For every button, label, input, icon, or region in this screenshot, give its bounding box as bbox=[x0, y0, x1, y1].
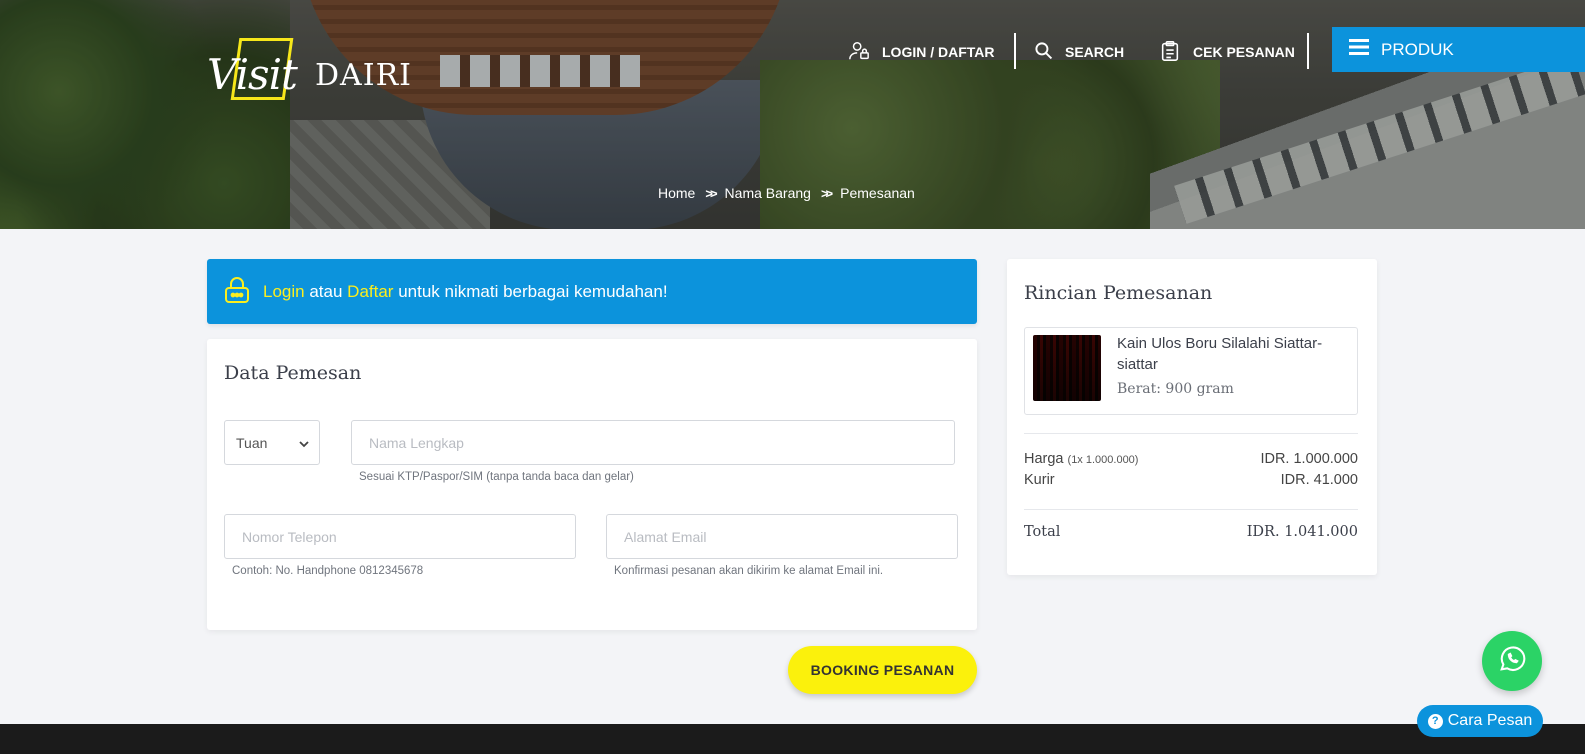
question-icon: ? bbox=[1427, 713, 1443, 729]
total-label: Total bbox=[1024, 524, 1061, 540]
produk-label: PRODUK bbox=[1381, 39, 1454, 59]
nama-hint: Sesuai KTP/Paspor/SIM (tanpa tanda baca … bbox=[359, 471, 634, 483]
harga-detail: (1x 1.000.000) bbox=[1067, 454, 1139, 466]
nav-cek-pesanan[interactable]: CEK PESANAN bbox=[1159, 32, 1295, 72]
nav-search-label: SEARCH bbox=[1065, 44, 1125, 60]
email-hint: Konfirmasi pesanan akan dikirim ke alama… bbox=[614, 565, 884, 577]
nama-lengkap-field[interactable] bbox=[351, 420, 955, 465]
site-logo[interactable]: Visit DAIRI bbox=[207, 38, 411, 104]
nomor-telepon-input[interactable] bbox=[242, 515, 575, 558]
nomor-telepon-field[interactable] bbox=[224, 514, 576, 559]
product-weight: Berat: 900 gram bbox=[1117, 381, 1234, 397]
whatsapp-button[interactable] bbox=[1482, 631, 1542, 691]
banner-text: untuk nikmati berbagai kemudahan! bbox=[398, 281, 668, 301]
rincian-title: Rincian Pemesanan bbox=[1024, 282, 1213, 304]
logo-text: DAIRI bbox=[315, 58, 413, 93]
whatsapp-icon bbox=[1497, 644, 1527, 678]
user-icon bbox=[848, 40, 870, 65]
data-pemesan-title: Data Pemesan bbox=[224, 362, 362, 384]
data-pemesan-card: Data Pemesan Tuan Sesuai KTP/Paspor/SIM … bbox=[207, 339, 977, 630]
rincian-pemesanan-card: Rincian Pemesanan Kain Ulos Boru Silalah… bbox=[1007, 259, 1377, 575]
nav-search[interactable]: SEARCH bbox=[1034, 32, 1124, 72]
breadcrumb-current: Pemesanan bbox=[840, 185, 915, 201]
banner-atau: atau bbox=[309, 281, 343, 301]
nav-login[interactable]: LOGIN / DAFTAR bbox=[848, 32, 995, 72]
nama-lengkap-input[interactable] bbox=[369, 421, 954, 464]
nav-divider bbox=[1307, 33, 1309, 69]
total-value: IDR. 1.041.000 bbox=[1246, 524, 1358, 540]
double-chevron-icon: >> bbox=[820, 185, 833, 201]
harga-label: Harga bbox=[1024, 451, 1064, 467]
product-item: Kain Ulos Boru Silalahi Siattar-siattar … bbox=[1024, 327, 1358, 415]
alamat-email-field[interactable] bbox=[606, 514, 958, 559]
salutation-select[interactable]: Tuan bbox=[224, 420, 320, 465]
divider bbox=[1024, 433, 1358, 434]
nav-login-label: LOGIN / DAFTAR bbox=[882, 44, 995, 60]
search-icon bbox=[1034, 41, 1053, 63]
salutation-value: Tuan bbox=[236, 434, 268, 451]
produk-menu-button[interactable]: PRODUK bbox=[1332, 27, 1585, 72]
alamat-email-input[interactable] bbox=[624, 515, 957, 558]
total-row: Total IDR. 1.041.000 bbox=[1024, 524, 1358, 540]
harga-row: Harga (1x 1.000.000) IDR. 1.000.000 bbox=[1024, 451, 1358, 467]
kurir-value: IDR. 41.000 bbox=[1280, 472, 1358, 488]
lock-icon bbox=[223, 276, 251, 308]
breadcrumb-home[interactable]: Home bbox=[658, 185, 695, 201]
cara-pesan-button[interactable]: ? Cara Pesan bbox=[1417, 705, 1543, 737]
harga-value: IDR. 1.000.000 bbox=[1260, 451, 1358, 467]
logo-script: Visit bbox=[207, 50, 298, 99]
nav-divider bbox=[1014, 33, 1016, 69]
chevron-down-icon bbox=[299, 435, 309, 451]
product-name: Kain Ulos Boru Silalahi Siattar-siattar bbox=[1117, 335, 1323, 373]
product-thumbnail bbox=[1033, 335, 1101, 401]
footer bbox=[0, 724, 1585, 754]
divider bbox=[1024, 509, 1358, 510]
telepon-hint: Contoh: No. Handphone 0812345678 bbox=[232, 565, 424, 577]
double-chevron-icon: >> bbox=[705, 185, 717, 201]
daftar-link[interactable]: Daftar bbox=[347, 282, 393, 301]
cara-pesan-label: Cara Pesan bbox=[1447, 712, 1533, 729]
login-banner: Login atau Daftar untuk nikmati berbagai… bbox=[207, 259, 977, 324]
nav-cek-label: CEK PESANAN bbox=[1193, 44, 1295, 60]
login-link[interactable]: Login bbox=[263, 282, 305, 301]
clipboard-icon bbox=[1159, 40, 1181, 65]
menu-icon bbox=[1349, 39, 1369, 60]
kurir-label: Kurir bbox=[1024, 472, 1055, 488]
kurir-row: Kurir IDR. 41.000 bbox=[1024, 472, 1358, 488]
booking-pesanan-button[interactable]: BOOKING PESANAN bbox=[788, 646, 977, 694]
breadcrumb-item[interactable]: Nama Barang bbox=[725, 185, 811, 201]
breadcrumb: Home >> Nama Barang >> Pemesanan bbox=[658, 185, 915, 201]
